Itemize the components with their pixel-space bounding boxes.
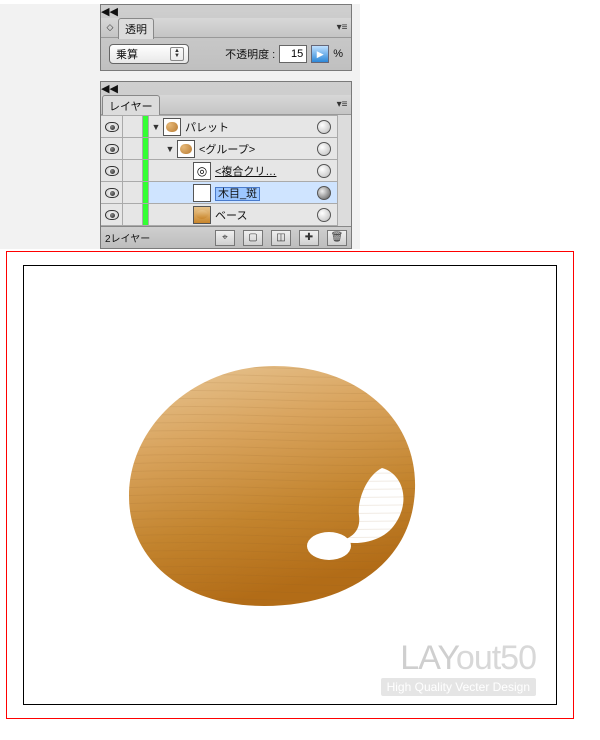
hierarchy-cell: ▼ [149,118,181,136]
transparency-tabs: ◇ 透明 ▾≡ [101,18,351,38]
layer-thumb [163,118,181,136]
target-icon[interactable] [317,142,331,156]
twisty-none [181,210,191,220]
layer-row[interactable]: ▼ <グループ> [101,138,337,160]
layer-thumb [193,206,211,224]
locate-object-button[interactable]: ⌖ [215,230,235,246]
target-icon[interactable] [317,208,331,222]
make-clipping-mask-button[interactable]: ▢ [243,230,263,246]
lock-toggle[interactable] [123,182,143,203]
opacity-group: 不透明度 : ▶ % [225,45,343,63]
opacity-input[interactable] [279,45,307,63]
twisty-none [181,166,191,176]
layer-thumb [193,162,211,180]
watermark: LAYout50 High Quality Vecter Design [381,639,536,696]
layers-panel: ◀◀ レイヤー ▾≡ ▼ パレット [100,81,352,249]
artboard: LAYout50 High Quality Vecter Design [23,265,557,705]
layers-footer: 2レイヤー ⌖ ▢ ◫ ✚ 🗑 [101,226,351,248]
twisty-down-icon[interactable]: ▼ [165,144,175,154]
target-icon[interactable] [317,186,331,200]
layer-row[interactable]: 木目_斑 [101,182,337,204]
lock-toggle[interactable] [123,160,143,181]
layer-name[interactable]: パレット [181,119,313,135]
panel-collapse-handle[interactable]: ◀◀ [101,82,351,95]
layer-thumb [193,184,211,202]
delete-layer-button[interactable]: 🗑 [327,230,347,246]
panel-menu-icon[interactable]: ▾≡ [336,98,348,110]
panel-collapse-handle[interactable]: ◀◀ [101,5,351,18]
panels-region: ◀◀ ◇ 透明 ▾≡ 乗算 ▲▼ 不透明度 : ▶ % ◀◀ レイヤー ▾≡ [0,4,360,249]
scrollbar[interactable] [337,115,351,226]
panel-menu-icon[interactable]: ▾≡ [336,21,348,33]
lock-toggle[interactable] [123,116,143,137]
visibility-toggle[interactable] [101,138,123,159]
target-icon[interactable] [317,164,331,178]
opacity-slider-toggle[interactable]: ▶ [311,45,329,63]
transparency-tab[interactable]: 透明 [118,18,154,39]
dropdown-arrows-icon: ▲▼ [170,47,184,61]
hierarchy-cell: ▼ [149,140,195,158]
new-layer-button[interactable]: ✚ [299,230,319,246]
watermark-title: LAYout50 [381,639,536,678]
layer-row[interactable]: ベース [101,204,337,226]
layer-name[interactable]: <グループ> [195,141,313,157]
target-icon[interactable] [317,120,331,134]
visibility-toggle[interactable] [101,204,123,225]
transparency-panel: ◀◀ ◇ 透明 ▾≡ 乗算 ▲▼ 不透明度 : ▶ % [100,4,352,71]
layer-row[interactable]: ▼ パレット [101,116,337,138]
layers-body: ▼ パレット ▼ [101,115,351,226]
visibility-toggle[interactable] [101,160,123,181]
selection-highlight-frame: LAYout50 High Quality Vecter Design [6,251,574,719]
palette-grain-overlay [129,366,415,606]
eye-icon [105,188,119,198]
eye-icon [105,166,119,176]
layer-name[interactable]: 木目_斑 [211,185,313,201]
hierarchy-cell [149,184,211,202]
layer-count: 2レイヤー [105,230,150,245]
blend-mode-select[interactable]: 乗算 ▲▼ [109,44,189,64]
eye-icon [105,122,119,132]
twisty-none [181,188,191,198]
lock-toggle[interactable] [123,138,143,159]
layer-thumb [177,140,195,158]
opacity-label: 不透明度 : [225,46,275,62]
palette-svg [114,356,434,618]
eye-icon [105,144,119,154]
blend-mode-value: 乗算 [116,46,138,62]
layer-name[interactable]: ベース [211,207,313,223]
layers-tabs: レイヤー ▾≡ [101,95,351,115]
visibility-toggle[interactable] [101,182,123,203]
hierarchy-cell [149,162,211,180]
expand-toggle-icon[interactable]: ◇ [103,21,117,35]
lock-toggle[interactable] [123,204,143,225]
hierarchy-cell [149,206,211,224]
new-sublayer-button[interactable]: ◫ [271,230,291,246]
visibility-toggle[interactable] [101,116,123,137]
layer-row[interactable]: <複合クリ… [101,160,337,182]
layer-list: ▼ パレット ▼ [101,115,337,226]
layer-name[interactable]: <複合クリ… [211,163,313,179]
opacity-unit: % [333,48,343,60]
palette-thumb-hole [307,532,351,560]
transparency-body: 乗算 ▲▼ 不透明度 : ▶ % [101,38,351,70]
twisty-down-icon[interactable]: ▼ [151,122,161,132]
palette-artwork [114,356,434,618]
layers-tab[interactable]: レイヤー [102,95,160,116]
eye-icon [105,210,119,220]
watermark-subtitle: High Quality Vecter Design [381,678,536,696]
